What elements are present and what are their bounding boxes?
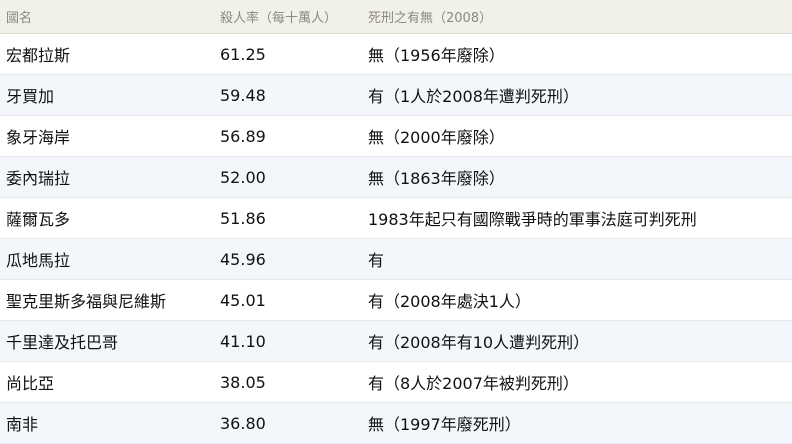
cell-country: 南非 [0, 402, 214, 444]
cell-death-penalty: 有（1人於2008年遭判死刑） [362, 74, 792, 116]
header-death-penalty[interactable]: 死刑之有無（2008） [362, 0, 792, 34]
table-row: 薩爾瓦多 51.86 1983年起只有國際戰爭時的軍事法庭可判死刑 [0, 197, 792, 239]
cell-country: 聖克里斯多福與尼維斯 [0, 279, 214, 321]
table-row: 聖克里斯多福與尼維斯 45.01 有（2008年處決1人） [0, 279, 792, 321]
cell-country: 瓜地馬拉 [0, 238, 214, 280]
table-row: 委內瑞拉 52.00 無（1863年廢除） [0, 156, 792, 198]
murder-rate-table: 國名 殺人率（每十萬人） 死刑之有無（2008） 宏都拉斯 61.25 無（1956… [0, 0, 792, 444]
cell-murder-rate: 45.96 [214, 238, 362, 280]
cell-murder-rate: 52.00 [214, 156, 362, 198]
table-header-row: 國名 殺人率（每十萬人） 死刑之有無（2008） [0, 0, 792, 34]
cell-death-penalty: 無（1997年廢死刑） [362, 402, 792, 444]
cell-death-penalty: 有 [362, 238, 792, 280]
cell-country: 尚比亞 [0, 361, 214, 403]
cell-country: 薩爾瓦多 [0, 197, 214, 239]
table-row: 宏都拉斯 61.25 無（1956年廢除） [0, 33, 792, 75]
cell-death-penalty: 無（1863年廢除） [362, 156, 792, 198]
table-row: 象牙海岸 56.89 無（2000年廢除） [0, 115, 792, 157]
cell-death-penalty: 無（1956年廢除） [362, 33, 792, 75]
cell-murder-rate: 61.25 [214, 33, 362, 75]
cell-murder-rate: 59.48 [214, 74, 362, 116]
cell-country: 委內瑞拉 [0, 156, 214, 198]
cell-murder-rate: 45.01 [214, 279, 362, 321]
cell-country: 牙買加 [0, 74, 214, 116]
cell-country: 象牙海岸 [0, 115, 214, 157]
header-country[interactable]: 國名 [0, 0, 214, 34]
table-row: 南非 36.80 無（1997年廢死刑） [0, 402, 792, 444]
table-row: 尚比亞 38.05 有（8人於2007年被判死刑） [0, 361, 792, 403]
cell-murder-rate: 36.80 [214, 402, 362, 444]
header-murder-rate[interactable]: 殺人率（每十萬人） [214, 0, 362, 34]
cell-murder-rate: 38.05 [214, 361, 362, 403]
cell-death-penalty: 1983年起只有國際戰爭時的軍事法庭可判死刑 [362, 197, 792, 239]
cell-murder-rate: 51.86 [214, 197, 362, 239]
table-row: 牙買加 59.48 有（1人於2008年遭判死刑） [0, 74, 792, 116]
table-row: 千里達及托巴哥 41.10 有（2008年有10人遭判死刑） [0, 320, 792, 362]
cell-death-penalty: 有（2008年有10人遭判死刑） [362, 320, 792, 362]
cell-death-penalty: 有（8人於2007年被判死刑） [362, 361, 792, 403]
cell-murder-rate: 56.89 [214, 115, 362, 157]
cell-country: 宏都拉斯 [0, 33, 214, 75]
table-row: 瓜地馬拉 45.96 有 [0, 238, 792, 280]
cell-country: 千里達及托巴哥 [0, 320, 214, 362]
cell-murder-rate: 41.10 [214, 320, 362, 362]
cell-death-penalty: 有（2008年處決1人） [362, 279, 792, 321]
cell-death-penalty: 無（2000年廢除） [362, 115, 792, 157]
